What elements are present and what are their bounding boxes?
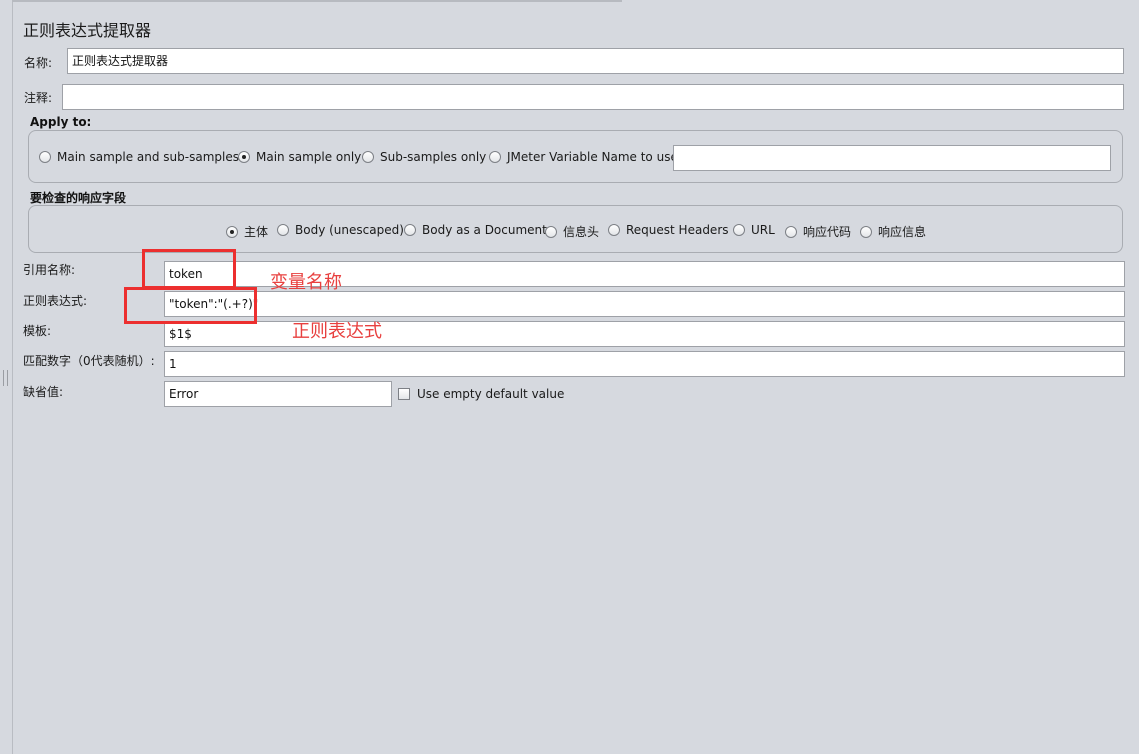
- radio-jmeter-variable[interactable]: JMeter Variable Name to use: [489, 150, 678, 164]
- radio-label: Request Headers: [626, 223, 729, 237]
- radio-body-as-document[interactable]: Body as a Document: [404, 223, 547, 237]
- radio-label: JMeter Variable Name to use: [507, 150, 678, 164]
- radio-unchecked-icon[interactable]: [39, 151, 51, 163]
- name-label: 名称:: [24, 56, 53, 70]
- radio-request-headers[interactable]: Request Headers: [608, 223, 729, 237]
- radio-label: Main sample only: [256, 150, 362, 164]
- radio-label: URL: [751, 223, 775, 237]
- radio-unchecked-icon[interactable]: [277, 224, 289, 236]
- highlight-box-ref-name: [142, 249, 236, 289]
- radio-unchecked-icon[interactable]: [404, 224, 416, 236]
- apply-to-title: Apply to:: [30, 115, 92, 129]
- radio-unchecked-icon[interactable]: [608, 224, 620, 236]
- use-empty-default-checkbox[interactable]: Use empty default value: [398, 387, 564, 401]
- radio-checked-icon[interactable]: [226, 225, 238, 238]
- jmeter-variable-input[interactable]: [673, 145, 1111, 171]
- regex-input[interactable]: "token":"(.+?)": [164, 291, 1125, 317]
- radio-unchecked-icon[interactable]: [489, 151, 501, 163]
- radio-label: 信息头: [563, 225, 600, 239]
- radio-unchecked-icon[interactable]: [785, 225, 797, 238]
- splitter-grip-icon[interactable]: [3, 370, 8, 386]
- match-number-label: 匹配数字（0代表随机）:: [23, 354, 155, 368]
- radio-label: Body (unescaped): [295, 223, 404, 237]
- match-number-input[interactable]: 1: [164, 351, 1125, 377]
- radio-unchecked-icon[interactable]: [545, 225, 557, 238]
- radio-response-code[interactable]: 响应代码: [785, 223, 851, 240]
- default-value-input[interactable]: Error: [164, 381, 392, 407]
- left-splitter[interactable]: [0, 0, 13, 754]
- radio-unchecked-icon[interactable]: [860, 225, 872, 238]
- radio-body[interactable]: 主体: [226, 223, 268, 240]
- comment-label: 注释:: [24, 91, 53, 105]
- name-input[interactable]: 正则表达式提取器: [67, 48, 1124, 74]
- radio-unchecked-icon[interactable]: [362, 151, 374, 163]
- radio-checked-icon[interactable]: [238, 151, 250, 163]
- use-empty-default-label: Use empty default value: [417, 387, 565, 401]
- radio-label: 主体: [244, 225, 269, 239]
- ref-name-label: 引用名称:: [23, 263, 76, 277]
- radio-label: 响应信息: [878, 225, 927, 239]
- radio-label: Main sample and sub-samples: [57, 150, 239, 164]
- radio-label: Sub-samples only: [380, 150, 487, 164]
- panel-title: 正则表达式提取器: [23, 21, 152, 40]
- highlight-box-regex: [124, 287, 257, 324]
- response-field-title: 要检查的响应字段: [30, 191, 127, 205]
- regex-label: 正则表达式:: [23, 294, 88, 308]
- radio-body-unescaped[interactable]: Body (unescaped): [277, 223, 404, 237]
- radio-main-and-sub[interactable]: Main sample and sub-samples: [39, 150, 239, 164]
- tab-divider: [12, 0, 622, 2]
- default-value-label: 缺省值:: [23, 385, 64, 399]
- annotation-variable-name: 变量名称: [270, 272, 342, 293]
- radio-label: 响应代码: [803, 225, 852, 239]
- comment-input[interactable]: [62, 84, 1124, 110]
- radio-unchecked-icon[interactable]: [733, 224, 745, 236]
- radio-label: Body as a Document: [422, 223, 547, 237]
- checkbox-unchecked-icon[interactable]: [398, 388, 410, 400]
- radio-main-only[interactable]: Main sample only: [238, 150, 361, 164]
- template-label: 模板:: [23, 324, 52, 338]
- radio-headers[interactable]: 信息头: [545, 223, 599, 240]
- radio-url[interactable]: URL: [733, 223, 775, 237]
- annotation-regex: 正则表达式: [292, 321, 382, 342]
- radio-sub-only[interactable]: Sub-samples only: [362, 150, 486, 164]
- radio-response-message[interactable]: 响应信息: [860, 223, 926, 240]
